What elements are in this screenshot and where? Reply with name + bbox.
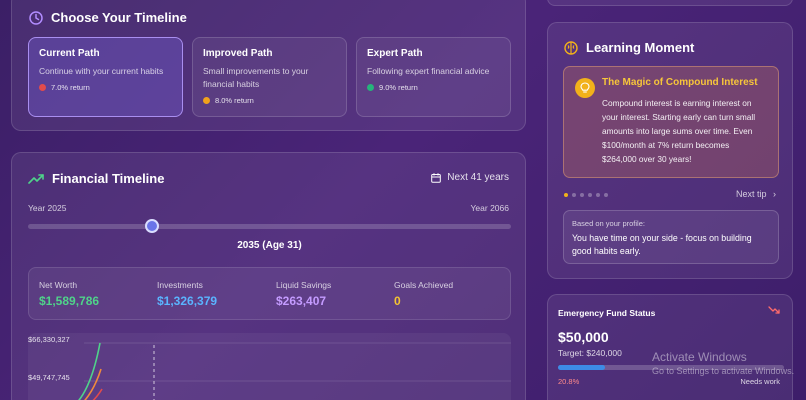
timeline-end-year: Year 2066: [470, 203, 509, 213]
stat-label: Liquid Savings: [276, 280, 332, 290]
learning-moment-title: Learning Moment: [586, 40, 695, 55]
stat-value: $263,407: [276, 294, 327, 308]
tip-title: The Magic of Compound Interest: [602, 77, 758, 88]
path-name: Current Path: [39, 48, 100, 59]
stat-investments: Investments $1,326,379: [157, 280, 217, 308]
stat-label: Goals Achieved: [394, 280, 454, 290]
path-description: Following expert financial advice: [367, 66, 490, 76]
profile-insight: Based on your profile: You have time on …: [563, 210, 779, 264]
path-return: 9.0% return: [379, 83, 418, 92]
emergency-fund-target: Target: $240,000: [558, 348, 622, 358]
path-description: Continue with your current habits: [39, 66, 164, 76]
tip-pagination: [564, 193, 608, 197]
tip-body: Compound interest is earning interest on…: [602, 98, 756, 164]
brain-icon: [564, 40, 578, 55]
chevron-right-icon: ›: [773, 189, 776, 199]
next-tip-label: Next tip: [735, 189, 767, 199]
lightbulb-icon: [575, 78, 595, 98]
learning-moment-header: Learning Moment: [564, 40, 694, 55]
stat-liquid-savings: Liquid Savings $263,407: [276, 280, 331, 308]
year-slider-thumb[interactable]: [145, 219, 159, 233]
path-return-row: 7.0% return: [39, 83, 172, 92]
stat-goals-achieved: Goals Achieved 0: [394, 280, 453, 308]
choose-timeline-header: Choose Your Timeline: [29, 10, 187, 25]
stat-net-worth: Net Worth $1,589,786: [39, 280, 99, 308]
learning-moment-card: Learning Moment The Magic of Compound In…: [547, 22, 793, 279]
emergency-fund-status: Needs work: [740, 377, 780, 386]
clock-icon: [29, 10, 43, 25]
pagination-dot[interactable]: [564, 193, 568, 197]
emergency-fund-title: Emergency Fund Status: [558, 308, 656, 318]
activation-watermark: Activate Windows Go to Settings to activ…: [652, 350, 794, 376]
pagination-dot[interactable]: [588, 193, 592, 197]
timeline-start-year: Year 2025: [28, 203, 67, 213]
stat-value: $1,589,786: [39, 294, 100, 308]
emergency-fund-card: Emergency Fund Status $50,000 Target: $2…: [547, 294, 793, 400]
tip-card: The Magic of Compound Interest Compound …: [563, 66, 779, 178]
path-return-row: 8.0% return: [203, 96, 336, 105]
watermark-subtitle: Go to Settings to activate Windows.: [652, 366, 795, 376]
timeline-span-label: Next 41 years: [447, 172, 509, 183]
timeline-span: Next 41 years: [431, 172, 509, 183]
chart-plot: [78, 342, 511, 400]
emergency-fund-percent: 20.8%: [558, 377, 580, 386]
timeline-chart: $66,330,327 $49,747,745: [28, 333, 511, 400]
investments-series-line: [84, 368, 102, 400]
path-option-current[interactable]: Current Path Continue with your current …: [28, 37, 183, 117]
stat-label: Net Worth: [39, 280, 78, 290]
path-return: 7.0% return: [51, 83, 90, 92]
choose-timeline-card: Choose Your Timeline Current Path Contin…: [11, 0, 526, 131]
choose-timeline-title: Choose Your Timeline: [51, 10, 187, 25]
net-worth-series-line: [78, 342, 101, 400]
year-slider-track[interactable]: [28, 224, 511, 229]
profile-label: Based on your profile:: [572, 219, 645, 228]
financial-timeline-title: Financial Timeline: [52, 171, 165, 186]
emergency-fund-amount: $50,000: [558, 329, 609, 345]
selected-year: 2035 (Age 31): [237, 240, 302, 251]
stat-value: 0: [394, 294, 401, 308]
trending-down-icon: [768, 306, 780, 314]
status-dot-icon: [39, 84, 46, 91]
status-dot-icon: [203, 97, 210, 104]
calendar-icon: [431, 172, 442, 183]
pagination-dot[interactable]: [580, 193, 584, 197]
status-dot-icon: [367, 84, 374, 91]
top-right-card: [547, 0, 793, 6]
profile-message: You have time on your side - focus on bu…: [572, 233, 752, 256]
pagination-dot[interactable]: [596, 193, 600, 197]
path-description: Small improvements to your financial hab…: [203, 66, 309, 89]
path-return: 8.0% return: [215, 96, 254, 105]
stat-label: Investments: [157, 280, 203, 290]
pagination-dot[interactable]: [604, 193, 608, 197]
stat-value: $1,326,379: [157, 294, 218, 308]
emergency-fund-progress-fill: [558, 365, 605, 370]
path-option-improved[interactable]: Improved Path Small improvements to your…: [192, 37, 347, 117]
pagination-dot[interactable]: [572, 193, 576, 197]
path-name: Improved Path: [203, 48, 273, 59]
trending-up-icon: [28, 173, 44, 184]
watermark-title: Activate Windows: [652, 350, 747, 364]
path-option-expert[interactable]: Expert Path Following expert financial a…: [356, 37, 511, 117]
next-tip-button[interactable]: Next tip ›: [736, 189, 776, 199]
timeline-stats-panel: Net Worth $1,589,786 Investments $1,326,…: [28, 267, 511, 320]
path-return-row: 9.0% return: [367, 83, 500, 92]
financial-timeline-header: Financial Timeline: [28, 171, 164, 186]
financial-timeline-card: Financial Timeline Next 41 years Year 20…: [11, 152, 526, 400]
path-name: Expert Path: [367, 48, 423, 59]
